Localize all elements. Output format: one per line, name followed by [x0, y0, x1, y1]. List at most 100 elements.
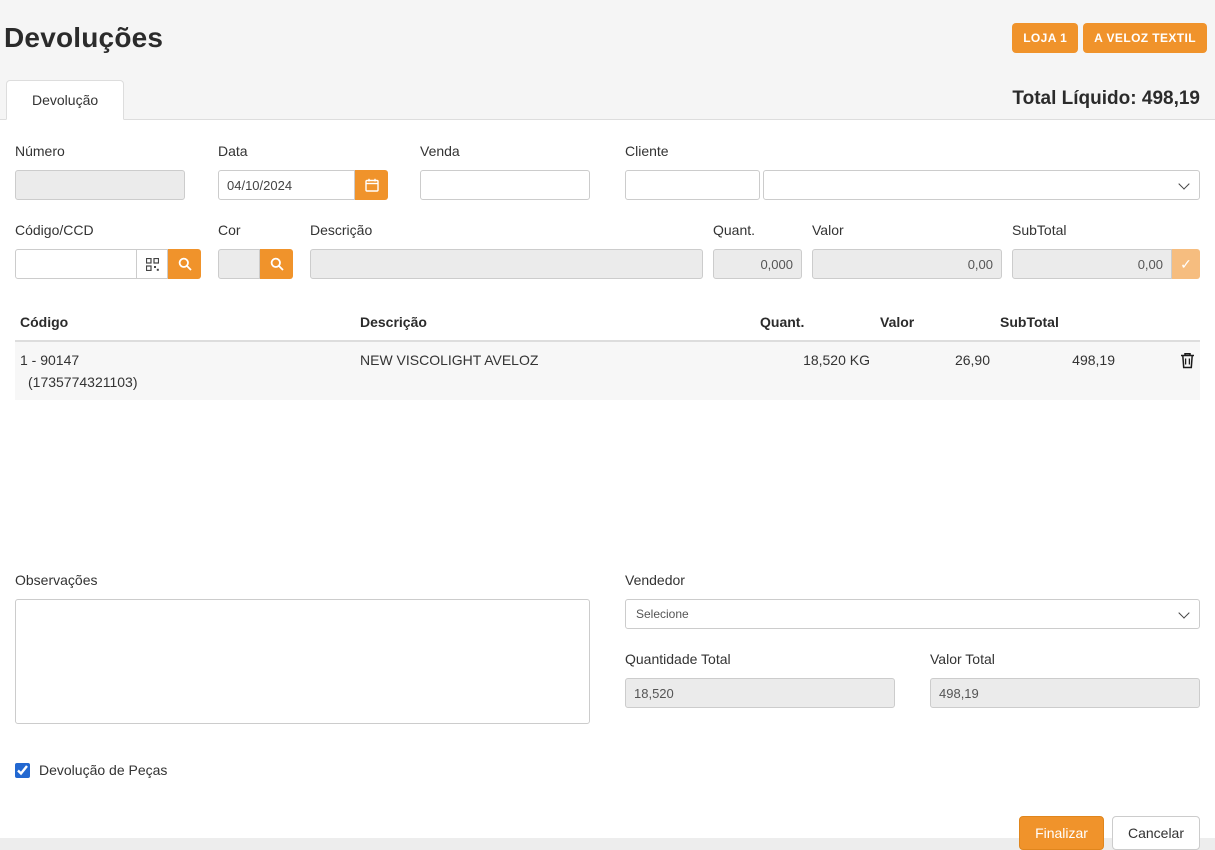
field-descricao: Descrição: [310, 222, 703, 279]
confirm-item-button[interactable]: ✓: [1172, 249, 1200, 279]
cliente-code-input[interactable]: [625, 170, 760, 200]
field-codigo-ccd: Código/CCD: [15, 222, 201, 279]
descricao-input: [310, 249, 703, 279]
venda-input[interactable]: [420, 170, 590, 200]
devolucoes-page: Devoluções LOJA 1 A VELOZ TEXTIL Devoluç…: [0, 0, 1215, 838]
row-quant: 18,520 KG: [755, 341, 875, 400]
field-valor: Valor: [812, 222, 1002, 279]
subtotal-input-group: ✓: [1012, 249, 1200, 279]
search-icon: [270, 257, 284, 271]
row-descricao: NEW VISCOLIGHT AVELOZ: [355, 341, 755, 400]
cor-search-button[interactable]: [260, 249, 293, 279]
row-codigo: 1 - 90147 (1735774321103): [15, 341, 355, 400]
tab-devolucao[interactable]: Devolução: [6, 80, 124, 120]
calendar-icon: [365, 178, 379, 192]
observacoes-field: Observações: [15, 572, 590, 729]
vendedor-select[interactable]: Selecione: [625, 599, 1200, 629]
codigo-ccd-input[interactable]: [15, 249, 137, 279]
col-valor: Valor: [875, 304, 995, 341]
devolucao-pecas-row: Devolução de Peças: [15, 762, 1200, 778]
page-title: Devoluções: [4, 22, 163, 54]
row-codigo-line2: (1735774321103): [20, 374, 350, 390]
totals-section: Vendedor Selecione Quantidade Total Valo…: [625, 572, 1200, 729]
valor-total-label: Valor Total: [930, 651, 1200, 667]
calendar-button[interactable]: [355, 170, 388, 200]
valor-input: [812, 249, 1002, 279]
observacoes-textarea[interactable]: [15, 599, 590, 724]
trash-icon: [1180, 352, 1195, 369]
devolucao-pecas-label: Devolução de Peças: [39, 762, 167, 778]
barcode-button[interactable]: [137, 249, 168, 279]
field-cliente: Cliente: [625, 143, 1200, 200]
col-quant: Quant.: [755, 304, 875, 341]
barcode-icon: [146, 258, 159, 271]
row-codigo-line1: 1 - 90147: [20, 352, 79, 368]
codigo-input-group: [15, 249, 201, 279]
field-cor: Cor: [218, 222, 293, 279]
content: Número Data: [0, 120, 1215, 838]
search-icon: [178, 257, 192, 271]
cliente-select[interactable]: [763, 170, 1200, 200]
row-valor: 26,90: [875, 341, 995, 400]
form-row-1: Número Data: [15, 143, 1200, 200]
data-label: Data: [218, 143, 388, 159]
items-table: Código Descrição Quant. Valor SubTotal 1…: [15, 304, 1200, 400]
field-quantidade-total: Quantidade Total: [625, 651, 895, 708]
table-header-row: Código Descrição Quant. Valor SubTotal: [15, 304, 1200, 341]
quant-input: [713, 249, 802, 279]
quantidade-total-input: [625, 678, 895, 708]
tab-devolucao-label: Devolução: [32, 92, 98, 108]
header: Devoluções LOJA 1 A VELOZ TEXTIL: [0, 0, 1215, 75]
codigo-search-button[interactable]: [168, 249, 201, 279]
descricao-label: Descrição: [310, 222, 703, 238]
field-venda: Venda: [420, 143, 590, 200]
valor-total-input: [930, 678, 1200, 708]
header-buttons: LOJA 1 A VELOZ TEXTIL: [1012, 23, 1207, 53]
field-valor-total: Valor Total: [930, 651, 1200, 708]
subtotal-label: SubTotal: [1012, 222, 1200, 238]
form-row-2: Código/CCD: [15, 222, 1200, 279]
numero-label: Número: [15, 143, 185, 159]
total-liquido-value: 498,19: [1142, 88, 1200, 109]
store-button[interactable]: LOJA 1: [1012, 23, 1078, 53]
quantidade-total-label: Quantidade Total: [625, 651, 895, 667]
field-numero: Número: [15, 143, 185, 200]
cor-label: Cor: [218, 222, 293, 238]
totals-row: Quantidade Total Valor Total: [625, 651, 1200, 708]
field-subtotal: SubTotal ✓: [1012, 222, 1200, 279]
valor-label: Valor: [812, 222, 1002, 238]
lower-section: Observações Vendedor Selecione Quantidad…: [15, 572, 1200, 729]
cor-input: [218, 249, 260, 279]
col-subtotal: SubTotal: [995, 304, 1120, 341]
observacoes-label: Observações: [15, 572, 590, 588]
vendedor-label: Vendedor: [625, 572, 1200, 588]
check-icon: ✓: [1180, 256, 1192, 273]
delete-item-button[interactable]: [1180, 352, 1195, 372]
codigo-ccd-label: Código/CCD: [15, 222, 201, 238]
row-actions: [1120, 341, 1200, 400]
total-liquido: Total Líquido: 498,19: [1012, 88, 1200, 119]
field-data: Data: [218, 143, 388, 200]
field-vendedor: Vendedor Selecione: [625, 572, 1200, 629]
data-input[interactable]: [218, 170, 355, 200]
tab-bar: Devolução Total Líquido: 498,19: [0, 75, 1215, 120]
col-descricao: Descrição: [355, 304, 755, 341]
total-liquido-label: Total Líquido:: [1012, 88, 1136, 109]
company-button[interactable]: A VELOZ TEXTIL: [1083, 23, 1207, 53]
col-codigo: Código: [15, 304, 355, 341]
table-row: 1 - 90147 (1735774321103) NEW VISCOLIGHT…: [15, 341, 1200, 400]
data-input-group: [218, 170, 388, 200]
cliente-input-group: [625, 170, 1200, 200]
devolucao-pecas-checkbox[interactable]: [15, 763, 30, 778]
col-actions: [1120, 304, 1200, 341]
vendedor-select-wrap: Selecione: [625, 599, 1200, 629]
cor-input-group: [218, 249, 293, 279]
venda-label: Venda: [420, 143, 590, 159]
cliente-select-wrap: [763, 170, 1200, 200]
numero-input: [15, 170, 185, 200]
quant-label: Quant.: [713, 222, 802, 238]
row-subtotal: 498,19: [995, 341, 1120, 400]
cliente-label: Cliente: [625, 143, 1200, 159]
subtotal-input: [1012, 249, 1172, 279]
field-quant: Quant.: [713, 222, 802, 279]
